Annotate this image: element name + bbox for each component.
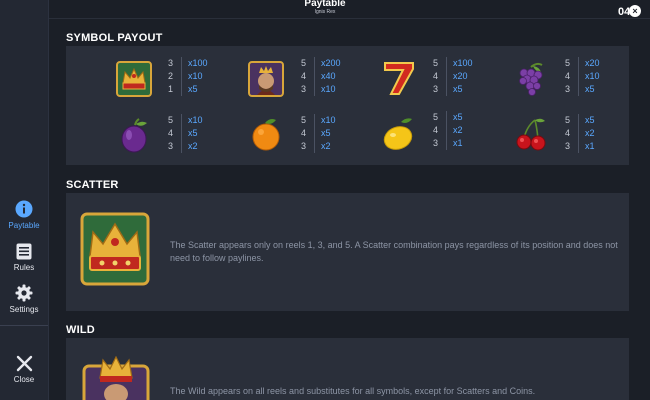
wild-king-symbol-icon (82, 356, 150, 400)
close-icon (16, 355, 32, 372)
symbol-count: 3 (433, 138, 439, 148)
seven-symbol-icon (384, 62, 414, 95)
symbol-count: 4 (168, 128, 174, 138)
close-button[interactable]: × (629, 5, 641, 17)
sidebar-item-label: Rules (13, 263, 35, 272)
symbol-count: 3 (565, 84, 571, 94)
sidebar-divider (0, 325, 48, 326)
symbol-count: 1 (168, 84, 174, 94)
payout-multiplier: x5 (585, 115, 595, 125)
sidebar-item-close[interactable]: Close (0, 355, 48, 384)
page-title: Paytable (304, 0, 346, 9)
payout-multiplier: x10 (585, 71, 600, 81)
symbol-count: 5 (433, 112, 439, 122)
gear-icon (15, 284, 33, 302)
payout-multiplier: x10 (321, 84, 336, 94)
scatter-crown-symbol-icon (80, 212, 150, 286)
payout-multiplier: x5 (188, 128, 198, 138)
info-icon (15, 200, 33, 218)
symbol-count: 4 (565, 71, 571, 81)
symbol-count: 3 (565, 141, 571, 151)
sidebar-item-paytable[interactable]: Paytable (0, 200, 48, 230)
sidebar-item-label: Paytable (8, 221, 40, 230)
orange-symbol-icon (252, 119, 280, 151)
payout-list-grapes: 5 x20 4 x10 3 x5 (565, 57, 600, 96)
scatter-description: The Scatter appears only on reels 1, 3, … (170, 240, 618, 263)
symbol-count: 5 (565, 115, 571, 125)
payout-multiplier: x2 (585, 128, 595, 138)
sidebar-item-settings[interactable]: Settings (0, 284, 48, 314)
payout-list-cherry: 5 x5 4 x2 3 x1 (565, 114, 595, 153)
payout-multiplier: x200 (321, 58, 341, 68)
payout-multiplier: x2 (188, 141, 198, 151)
payout-list-king: 5 x200 4 x40 3 x10 (301, 57, 341, 96)
payout-multiplier: x10 (188, 71, 203, 81)
symbol-count: 5 (433, 58, 439, 68)
rules-icon (16, 243, 32, 260)
payout-list-lemon: 5 x5 4 x2 3 x1 (433, 111, 463, 150)
game-name: Ignis Rex (314, 9, 336, 15)
payout-multiplier: x5 (453, 84, 463, 94)
symbol-count: 3 (301, 84, 307, 94)
symbol-count: 5 (301, 58, 307, 68)
section-title-symbol-payout: SYMBOL PAYOUT (66, 32, 163, 44)
symbol-count: 4 (433, 125, 439, 135)
cherry-symbol-icon (516, 118, 546, 151)
symbol-count: 4 (433, 71, 439, 81)
symbol-count: 3 (433, 84, 439, 94)
payout-list-seven: 5 x100 4 x20 3 x5 (433, 57, 473, 96)
payout-list-crown: 3 x100 2 x10 1 x5 (168, 57, 208, 96)
payout-multiplier: x20 (453, 71, 468, 81)
payout-multiplier: x100 (188, 58, 208, 68)
sidebar-item-label: Close (13, 375, 35, 384)
payout-multiplier: x2 (453, 125, 463, 135)
payout-multiplier: x1 (585, 141, 595, 151)
sidebar-item-label: Settings (9, 305, 39, 314)
payout-multiplier: x100 (453, 58, 473, 68)
section-title-scatter: SCATTER (66, 179, 119, 191)
lemon-symbol-icon (383, 118, 413, 150)
payout-multiplier: x20 (585, 58, 600, 68)
symbol-count: 5 (301, 115, 307, 125)
sidebar: Paytable Rules Settings Close (0, 0, 49, 400)
payout-multiplier: x5 (585, 84, 595, 94)
symbol-count: 4 (301, 128, 307, 138)
payout-multiplier: x2 (321, 141, 331, 151)
payout-multiplier: x1 (453, 138, 463, 148)
payout-list-orange: 5 x10 4 x5 3 x2 (301, 114, 336, 153)
payout-multiplier: x5 (321, 128, 331, 138)
symbol-count: 4 (565, 128, 571, 138)
symbol-count: 5 (565, 58, 571, 68)
section-title-wild: WILD (66, 324, 95, 336)
sidebar-item-rules[interactable]: Rules (0, 243, 48, 272)
symbol-count: 3 (168, 141, 174, 151)
wild-description: The Wild appears on all reels and substi… (170, 386, 536, 396)
payout-multiplier: x5 (188, 84, 198, 94)
symbol-count: 4 (301, 71, 307, 81)
symbol-count: 2 (168, 71, 174, 81)
payout-multiplier: x40 (321, 71, 336, 81)
symbol-count: 5 (168, 115, 174, 125)
payout-multiplier: x10 (321, 115, 336, 125)
plum-symbol-icon (121, 118, 147, 153)
symbol-count: 3 (301, 141, 307, 151)
payout-multiplier: x10 (188, 115, 203, 125)
crown-symbol-icon (116, 61, 152, 97)
symbol-count: 3 (168, 58, 174, 68)
king-symbol-icon (248, 61, 284, 97)
grapes-symbol-icon (519, 62, 543, 96)
payout-list-plum: 5 x10 4 x5 3 x2 (168, 114, 203, 153)
payout-multiplier: x5 (453, 112, 463, 122)
